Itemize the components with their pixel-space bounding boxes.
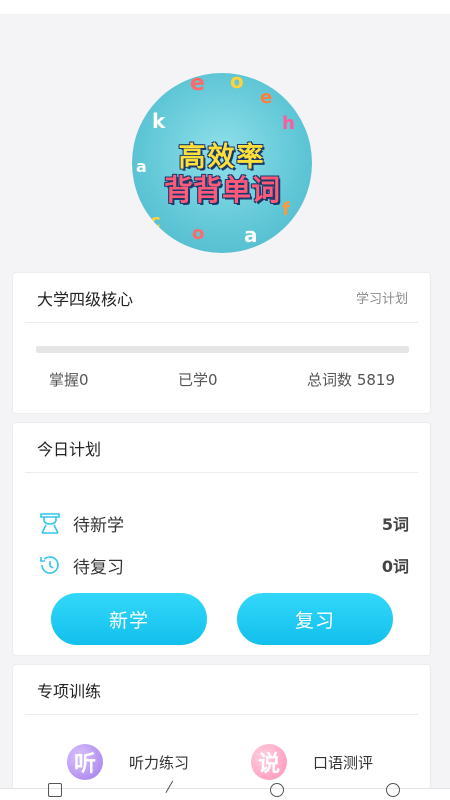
study-plan-link[interactable]: 学习计划 [356,288,408,307]
course-card-header: 大学四级核心 学习计划 [25,273,418,323]
history-icon [37,552,63,578]
decor-letter: e [190,73,205,96]
listening-icon: 听 [67,744,103,780]
new-learn-button[interactable]: 新学 [51,593,207,645]
banner-image[interactable]: e o e k h a c o a f 高效率 背背单词 [132,73,312,253]
speaking-assessment-item[interactable]: 说 口语测评 [251,744,373,780]
listening-practice-item[interactable]: 听 听力练习 [67,744,189,780]
training-card: 专项训练 听 听力练习 说 口语测评 [12,664,431,794]
training-title: 专项训练 [37,681,102,701]
plan-row-value: 5词 [381,515,409,534]
decor-letter: h [282,113,295,134]
tab-discover-icon[interactable] [270,783,284,797]
review-button[interactable]: 复习 [237,593,393,645]
decor-letter: c [150,211,161,232]
today-plan-card: 今日计划 待新学 5词 待复习 0词 新学 复习 [12,422,431,656]
plan-row-new: 待新学 5词 [37,510,409,536]
decor-letter: a [244,223,258,247]
status-bar [0,0,450,14]
listening-practice-label: 听力练习 [129,753,190,772]
total-word-count: 总词数 5819 [307,371,395,389]
tab-profile-icon[interactable] [386,783,400,797]
course-title: 大学四级核心 [37,289,134,309]
plan-row-label: 待复习 [73,557,124,578]
decor-letter: e [260,87,273,108]
decor-letter: o [230,73,244,93]
progress-bar [36,346,409,353]
tab-home-icon[interactable] [48,783,62,797]
course-card: 大学四级核心 学习计划 掌握0 已学0 总词数 5819 [12,272,431,414]
bottom-tab-bar [0,780,450,800]
mastered-count: 掌握0 [49,371,89,389]
training-header: 专项训练 [25,665,418,715]
today-plan-header: 今日计划 [25,423,418,473]
plan-row-label: 待新学 [73,515,124,536]
plan-row-review: 待复习 0词 [37,552,409,578]
speaking-assessment-label: 口语测评 [313,753,374,772]
new-word-icon [37,510,63,536]
learned-count: 已学0 [178,371,218,389]
plan-row-value: 0词 [381,557,409,576]
decor-letter: o [192,223,205,244]
banner-title-line2: 背背单词 [163,173,280,207]
decor-letter: k [152,109,166,133]
today-plan-title: 今日计划 [37,439,102,459]
speaking-icon: 说 [251,744,287,780]
